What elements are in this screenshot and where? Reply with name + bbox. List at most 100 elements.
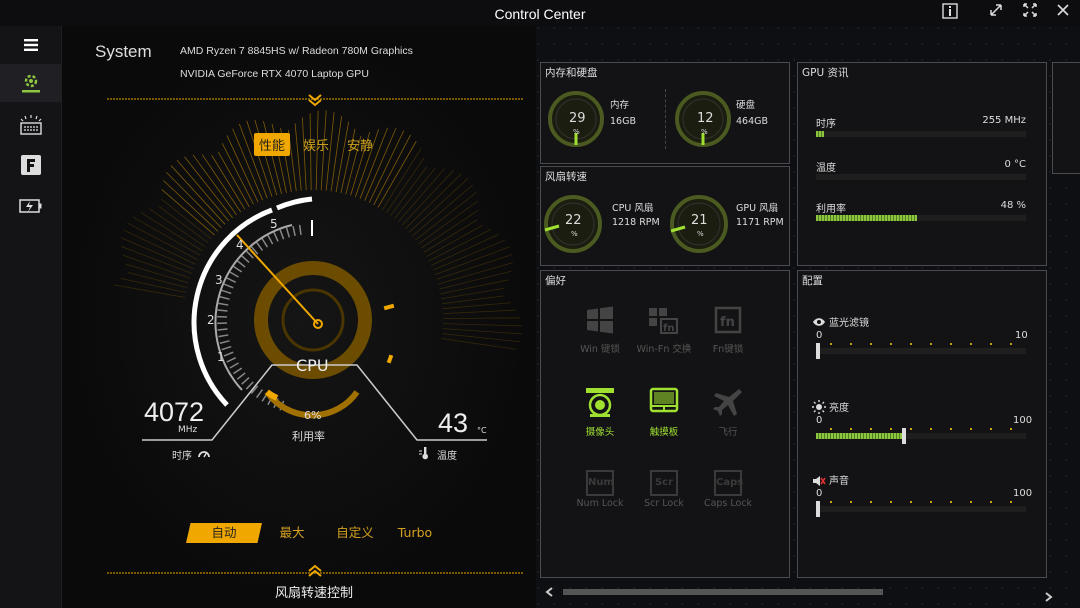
gpu-fan-unit: % — [697, 230, 704, 238]
dial-ray — [238, 123, 268, 199]
cpu-clock-label: 时序 — [172, 451, 192, 462]
dial-ring-tick — [232, 265, 243, 273]
touchpad-icon — [649, 387, 679, 413]
sidebar-item-system[interactable] — [0, 64, 62, 102]
dial-ring-tick — [219, 340, 230, 344]
dial-ring-tick — [218, 334, 229, 338]
dial-ray — [442, 317, 521, 320]
cpu-temp-unit: °C — [477, 426, 487, 435]
restore-icon[interactable] — [986, 3, 1006, 23]
disk-size: 464GB — [736, 116, 769, 127]
gpu-temp-value: 0 °C — [1004, 159, 1026, 170]
num-lock-indicator[interactable]: Num Num Lock — [568, 470, 632, 509]
gpu-usage-bar — [816, 215, 1026, 221]
dial-ray — [315, 110, 319, 191]
battery-icon — [19, 199, 42, 213]
cpu-fan-value: 22 — [565, 213, 582, 228]
sidebar-item-fn[interactable] — [0, 146, 62, 184]
dial-ring-tick — [279, 229, 285, 240]
dial-ray — [113, 284, 186, 298]
fan-control-label[interactable]: 风扇转速控制 — [275, 582, 353, 601]
dial-ray — [415, 192, 477, 241]
camera-toggle[interactable]: 摄像头 — [568, 386, 632, 438]
dial-ray — [428, 228, 492, 262]
dial-ray — [364, 128, 397, 201]
caps-lock-indicator[interactable]: Caps Caps Lock — [696, 470, 760, 509]
scroll-left-icon[interactable] — [545, 587, 555, 597]
dial-ring-tick — [261, 238, 269, 248]
volume-handle[interactable] — [816, 501, 820, 517]
fan-mode-custom[interactable]: 自定义 — [330, 523, 380, 543]
dial-ray — [121, 237, 194, 270]
win-key-lock-toggle[interactable]: Win 键锁 — [568, 305, 632, 355]
memory-gauge-unit: % — [573, 128, 580, 136]
num-lock-label: Num Lock — [576, 498, 624, 509]
fan-mode-max[interactable]: 最大 — [274, 523, 310, 543]
win-fn-swap-toggle[interactable]: fn Win-Fn 交换 — [632, 305, 696, 355]
dial-ray — [232, 128, 263, 201]
gpu-fan-rpm: 1171 RPM — [736, 217, 784, 228]
blue-filter-min: 0 — [816, 330, 823, 341]
info-icon[interactable] — [940, 3, 960, 23]
volume-label: 声音 — [829, 476, 849, 487]
gpu-usage-label: 利用率 — [816, 204, 846, 215]
dial-ray — [434, 246, 510, 276]
fan-panel-title: 风扇转速 — [545, 171, 587, 183]
brightness-slider[interactable] — [816, 433, 1026, 439]
dial-tick-5: 5 — [270, 217, 278, 231]
gpu-clock-fill — [816, 131, 825, 137]
bottom-divider[interactable] — [107, 563, 523, 579]
dial-ray — [426, 225, 483, 257]
fullscreen-icon[interactable] — [1020, 3, 1040, 23]
menu-icon[interactable] — [0, 26, 62, 64]
gpu-clock-bar — [816, 131, 1026, 137]
gpu-clock-label: 时序 — [816, 119, 836, 130]
win-fn-swap-label: Win-Fn 交换 — [636, 344, 692, 355]
fn-key-icon: fn — [714, 306, 742, 334]
blue-filter-slider[interactable] — [816, 348, 1026, 354]
dial-ray — [386, 157, 425, 213]
fan-mode-auto[interactable]: 自动 — [186, 523, 262, 543]
sidebar-item-keyboard[interactable] — [0, 106, 62, 144]
dial-ray — [158, 205, 209, 244]
win-key-lock-label: Win 键锁 — [580, 344, 620, 355]
dial-ray — [294, 123, 302, 191]
volume-slider[interactable] — [816, 506, 1026, 512]
cpu-temp-value: 43 — [438, 408, 469, 438]
memory-gauge-value: 29 — [569, 111, 586, 126]
brightness-label: 亮度 — [829, 403, 849, 414]
disk-label: 硬盘 — [736, 100, 756, 111]
blue-filter-handle[interactable] — [816, 343, 820, 359]
horizontal-scrollbar[interactable] — [545, 586, 1057, 602]
system-label: System — [95, 42, 152, 61]
fan-mode-turbo[interactable]: Turbo — [392, 523, 438, 543]
disk-gauge-value: 12 — [697, 111, 714, 126]
dial-ray — [221, 143, 254, 205]
cpu-model: AMD Ryzen 7 8845HS w/ Radeon 780M Graphi… — [180, 45, 413, 57]
keyboard-light-icon — [20, 115, 42, 135]
dial-ring-tick — [236, 260, 246, 268]
dial-ring-tick — [223, 351, 234, 357]
dial-ray — [423, 219, 478, 253]
scroll-thumb[interactable] — [563, 589, 883, 595]
close-icon[interactable] — [1053, 3, 1073, 23]
touchpad-toggle[interactable]: 触摸板 — [632, 386, 696, 438]
sidebar-item-power[interactable] — [0, 187, 62, 225]
cpu-fan-label: CPU 风扇 — [612, 203, 654, 214]
memory-panel-title: 内存和硬盘 — [545, 67, 598, 79]
touchpad-label: 触摸板 — [649, 427, 679, 438]
dial-ray — [442, 302, 511, 310]
scr-lock-indicator[interactable]: Scr Scr Lock — [632, 470, 696, 509]
airplane-mode-toggle[interactable]: 飞行 — [696, 386, 760, 438]
fn-key-lock-toggle[interactable]: fn Fn键锁 — [696, 305, 760, 355]
disk-gauge-unit: % — [701, 128, 708, 136]
dial-tick-3: 3 — [215, 273, 223, 287]
caps-lock-label: Caps Lock — [703, 498, 753, 509]
cpu-usage-label: 利用率 — [292, 430, 325, 443]
dial-ray — [335, 121, 350, 193]
scroll-right-icon[interactable] — [1043, 587, 1053, 602]
dial-ring-tick — [255, 389, 264, 399]
brightness-handle[interactable] — [902, 428, 906, 444]
dial-center-label: CPU — [296, 356, 329, 375]
fn-app-icon — [21, 155, 41, 175]
